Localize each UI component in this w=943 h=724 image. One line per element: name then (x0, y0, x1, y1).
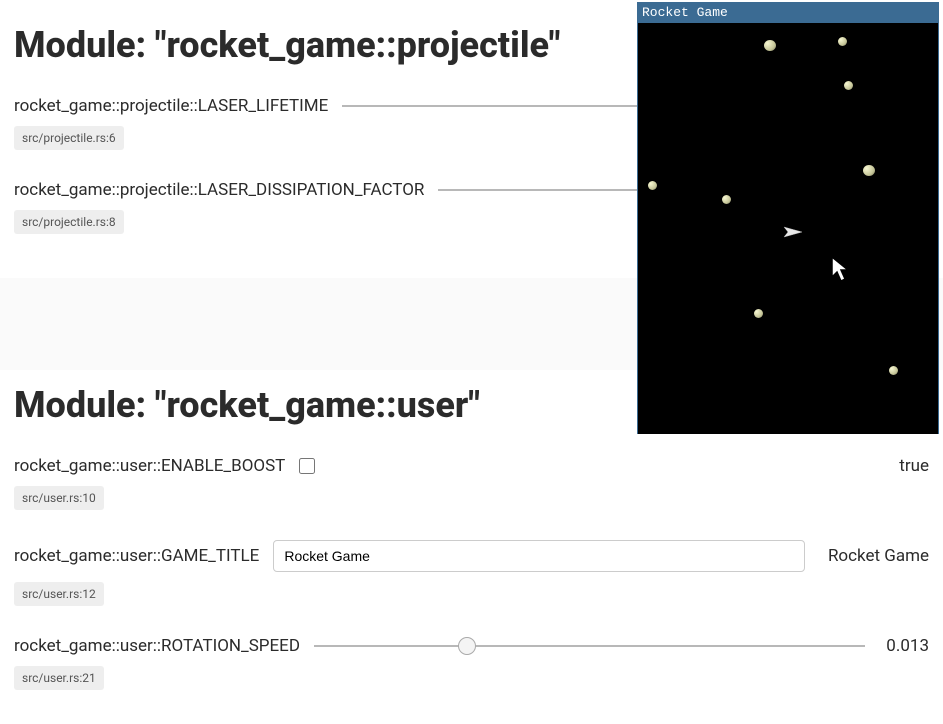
game-title-input[interactable] (273, 540, 805, 572)
asteroid-icon (722, 195, 731, 204)
asteroid-icon (863, 165, 875, 176)
param-row: rocket_game::user::ENABLE_BOOST true (14, 456, 929, 476)
param-label: rocket_game::user::ENABLE_BOOST (14, 456, 285, 476)
ship-icon (782, 223, 804, 241)
asteroid-icon (889, 366, 898, 375)
enable-boost-checkbox[interactable] (299, 458, 315, 474)
file-tag: src/user.rs:10 (14, 486, 104, 510)
param-value: true (879, 456, 929, 476)
asteroid-icon (764, 40, 776, 51)
param-label: rocket_game::projectile::LASER_DISSIPATI… (14, 180, 424, 200)
asteroid-icon (844, 81, 853, 90)
cursor-icon (830, 255, 852, 283)
game-window[interactable]: Rocket Game (637, 2, 939, 434)
param-label: rocket_game::user::GAME_TITLE (14, 546, 259, 566)
game-window-title[interactable]: Rocket Game (638, 3, 938, 23)
param: rocket_game::user::ROTATION_SPEED 0.013 … (14, 636, 929, 712)
param: rocket_game::user::GAME_TITLE Rocket Gam… (14, 540, 929, 628)
file-tag: src/user.rs:21 (14, 666, 104, 690)
param-value: Rocket Game (819, 546, 929, 566)
rotation-speed-slider[interactable] (314, 645, 865, 647)
param-value: 0.013 (879, 636, 929, 656)
param-label: rocket_game::user::ROTATION_SPEED (14, 636, 300, 656)
asteroid-icon (648, 181, 657, 190)
param-row: rocket_game::user::ROTATION_SPEED 0.013 (14, 636, 929, 656)
param: rocket_game::user::ENABLE_BOOST true src… (14, 456, 929, 532)
asteroid-icon (838, 37, 847, 46)
param-row: rocket_game::user::GAME_TITLE Rocket Gam… (14, 540, 929, 572)
file-tag: src/projectile.rs:8 (14, 210, 124, 234)
param-label: rocket_game::projectile::LASER_LIFETIME (14, 96, 328, 116)
file-tag: src/user.rs:12 (14, 582, 104, 606)
file-tag: src/projectile.rs:6 (14, 126, 124, 150)
asteroid-icon (754, 309, 763, 318)
game-canvas[interactable] (638, 23, 938, 434)
